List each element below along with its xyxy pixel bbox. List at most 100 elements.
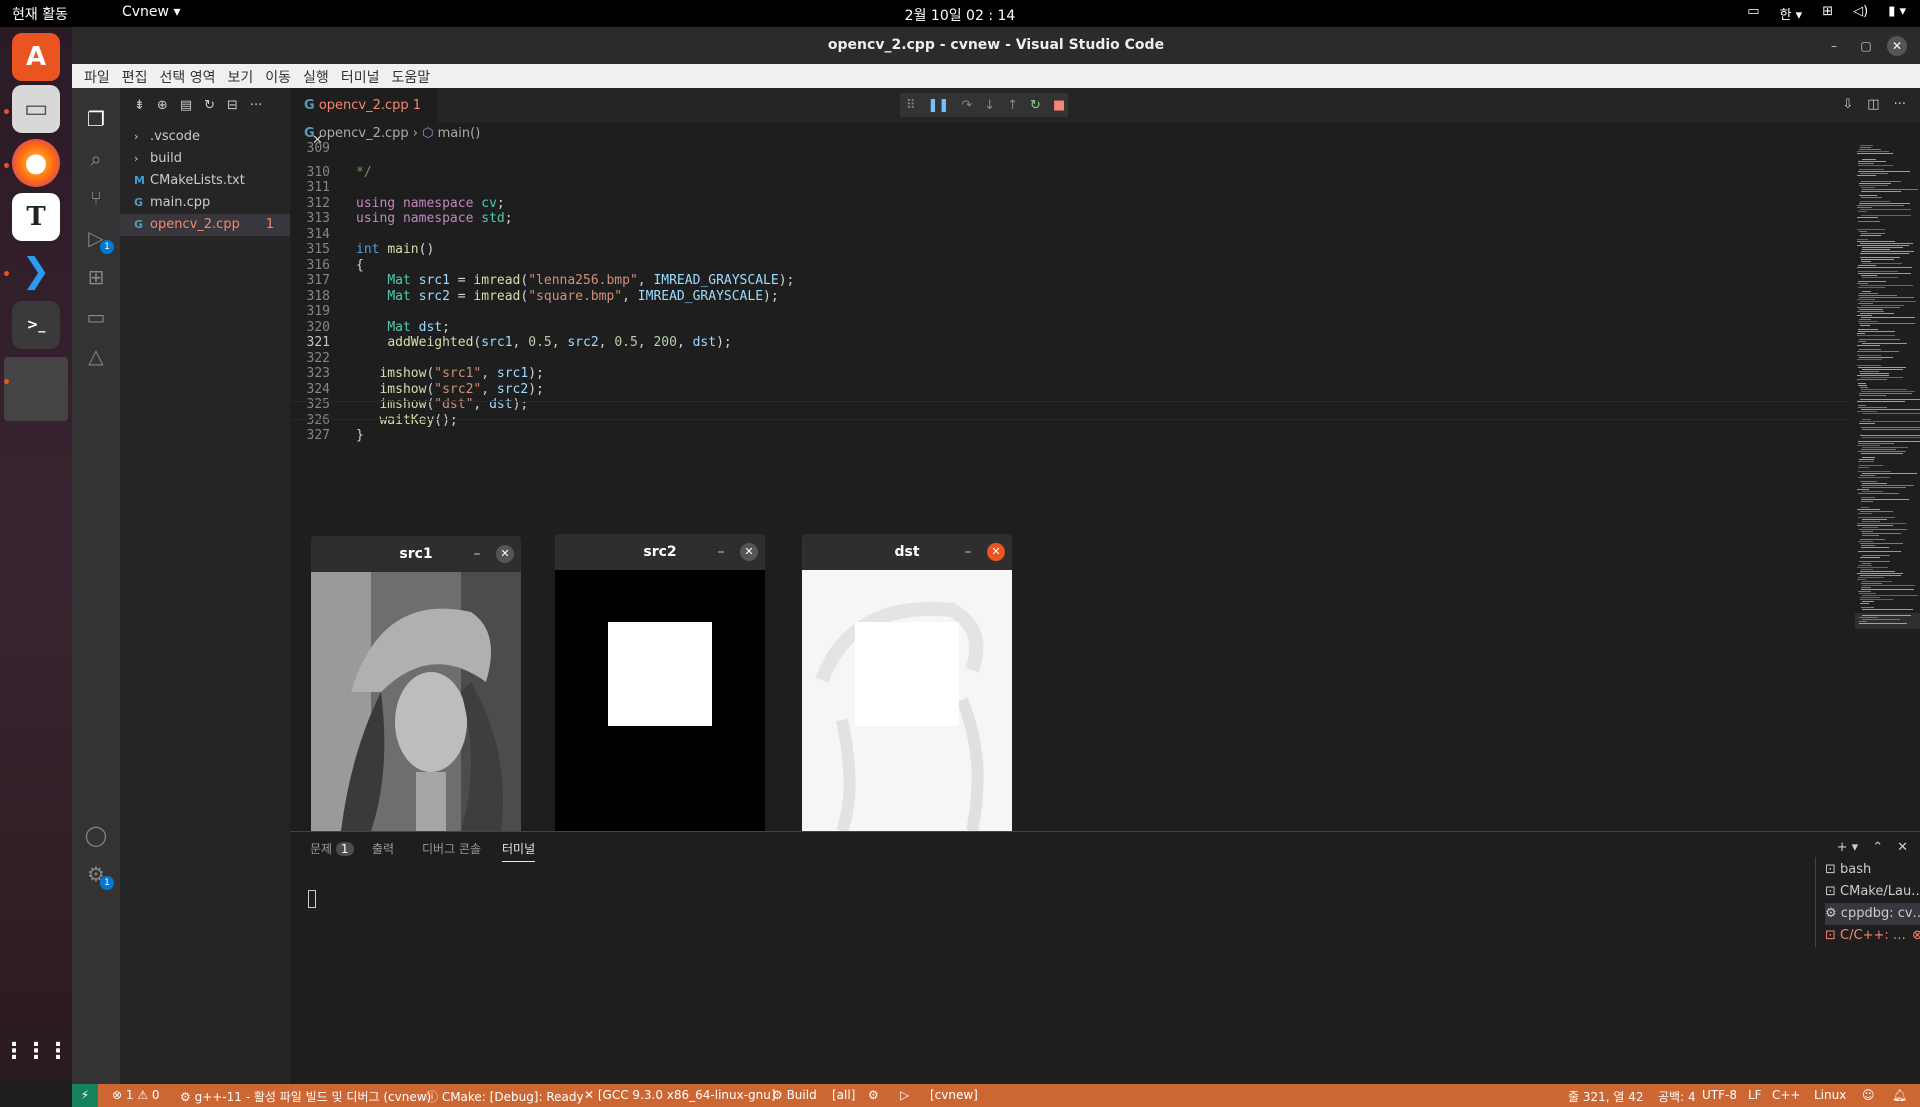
close-button[interactable]: ✕	[740, 543, 758, 561]
step-into-icon[interactable]: ↓	[984, 98, 995, 113]
terminal-item-bash[interactable]: ⊡ bash	[1825, 859, 1920, 881]
minimap[interactable]	[1855, 145, 1920, 765]
terminal-item-cmake[interactable]: ⊡ CMake/Lau…	[1825, 881, 1920, 903]
new-file-icon[interactable]: ⊕	[157, 98, 168, 113]
encoding[interactable]: UTF-8	[1702, 1088, 1737, 1102]
menu-file[interactable]: 파일	[78, 64, 116, 88]
tree-item-opencv2-cpp[interactable]: Gopencv_2.cpp 1	[120, 214, 290, 236]
system-tray[interactable]: ▭ 한 ▾ ⊞ ◁) ▮ ▾	[1747, 4, 1906, 23]
build-target[interactable]: [all]	[832, 1088, 855, 1102]
collapse-icon[interactable]: ⇟	[134, 98, 145, 113]
keyboard-icon[interactable]: ▭	[1747, 4, 1759, 23]
volume-icon[interactable]: ◁)	[1853, 4, 1868, 23]
launch-target[interactable]: [cvnew]	[930, 1088, 978, 1102]
cv-window-src2[interactable]: src2 – ✕	[555, 534, 765, 831]
minimize-button[interactable]: –	[711, 542, 731, 562]
menu-help[interactable]: 도움말	[385, 64, 436, 88]
extensions-icon[interactable]: ⊞	[82, 263, 110, 291]
build-button[interactable]: ⚙ Build	[772, 1088, 817, 1102]
source-control-icon[interactable]: ⑂	[82, 184, 110, 212]
opencv-window-icon[interactable]	[4, 357, 68, 421]
network-icon[interactable]: ⊞	[1822, 4, 1833, 23]
explorer-icon[interactable]: ❐	[82, 105, 110, 133]
cursor-position[interactable]: 줄 321, 열 42	[1568, 1088, 1644, 1105]
tree-item-cmakelists[interactable]: M CMakeLists.txt	[120, 170, 290, 192]
more-icon[interactable]: ···	[250, 98, 262, 113]
debug-icon[interactable]: ⚙	[868, 1088, 879, 1102]
menu-run[interactable]: 실행	[297, 64, 335, 88]
minimize-button[interactable]: –	[958, 542, 978, 562]
close-button[interactable]: ✕	[987, 543, 1005, 561]
kit-status[interactable]: ✕ [GCC 9.3.0 x86_64-linux-gnu]	[584, 1088, 776, 1102]
build-task-status[interactable]: ⚙ g++-11 - 활성 파일 빌드 및 디버그 (cvnew)	[180, 1088, 431, 1105]
close-button[interactable]: ✕	[1887, 36, 1907, 56]
minimize-button[interactable]: –	[467, 544, 487, 564]
new-folder-icon[interactable]: ▤	[180, 98, 192, 113]
new-terminal-icon[interactable]: + ▾	[1837, 840, 1859, 855]
tree-item-main-cpp[interactable]: Gmain.cpp	[120, 192, 290, 214]
cv-window-src1[interactable]: src1 – ✕	[311, 536, 521, 831]
platform[interactable]: Linux	[1814, 1088, 1846, 1102]
collapse-all-icon[interactable]: ⊟	[227, 98, 238, 113]
menu-edit[interactable]: 편집	[116, 64, 154, 88]
cmake-status[interactable]: ⓘ CMake: [Debug]: Ready	[426, 1088, 584, 1105]
code-line[interactable]: 309	[290, 139, 356, 158]
code-line[interactable]: 321 addWeighted(src1, 0.5, src2, 0.5, 20…	[290, 333, 732, 352]
stop-icon[interactable]: ■	[1053, 98, 1065, 113]
tab-problems[interactable]: 문제 1	[310, 840, 354, 857]
show-apps-icon[interactable]: ⋮⋮⋮	[3, 1027, 69, 1075]
close-button[interactable]: ✕	[496, 545, 514, 563]
run-icon[interactable]: ▷	[900, 1088, 909, 1102]
ubuntu-software-icon[interactable]: A	[12, 33, 60, 81]
menu-selection[interactable]: 선택 영역	[154, 64, 222, 88]
cv-window-dst[interactable]: dst – ✕	[802, 534, 1012, 831]
breadcrumb-symbol[interactable]: main()	[438, 126, 481, 141]
tab-debug-console[interactable]: 디버그 콘솔	[422, 840, 481, 857]
close-panel-icon[interactable]: ✕	[1897, 840, 1908, 855]
more-actions-icon[interactable]: ···	[1894, 97, 1906, 112]
menu-terminal[interactable]: 터미널	[335, 64, 386, 88]
remote-icon[interactable]: ⚡	[72, 1084, 98, 1107]
vscode-icon[interactable]: ❯	[12, 247, 60, 295]
terminal-item-cppdbg[interactable]: ⚙ cppdbg: cv…	[1825, 903, 1920, 925]
menu-go[interactable]: 이동	[259, 64, 297, 88]
tab-output[interactable]: 출력	[372, 840, 394, 857]
cmake-icon[interactable]: △	[82, 342, 110, 370]
tab-terminal[interactable]: 터미널	[502, 840, 536, 862]
open-changes-icon[interactable]: ⇩	[1842, 97, 1853, 112]
maximize-button[interactable]: ▢	[1856, 36, 1876, 56]
end-of-line[interactable]: LF	[1748, 1088, 1762, 1102]
pause-icon[interactable]: ❚❚	[928, 98, 950, 113]
language-mode[interactable]: C++	[1772, 1088, 1801, 1102]
tree-item-vscode[interactable]: › .vscode	[120, 126, 290, 148]
code-line[interactable]: 327}	[290, 426, 364, 445]
refresh-icon[interactable]: ↻	[204, 98, 215, 113]
tree-item-build[interactable]: › build	[120, 148, 290, 170]
problems-status[interactable]: ⊗ 1 ⚠ 0	[112, 1088, 160, 1102]
firefox-icon[interactable]: ●	[12, 139, 60, 187]
battery-icon[interactable]: ▮ ▾	[1888, 4, 1906, 23]
notifications-icon[interactable]: 🔔︎	[1892, 1088, 1907, 1102]
restart-icon[interactable]: ↻	[1030, 98, 1041, 113]
text-editor-icon[interactable]: T	[12, 193, 60, 241]
code-editor[interactable]: 309 310 */311 312 using namespace cv; 313 usin…	[290, 141, 1850, 585]
split-editor-icon[interactable]: ◫	[1867, 97, 1879, 112]
terminal-item-cpp-task[interactable]: ⊡ C/C++: … ⊗	[1825, 925, 1920, 947]
tab-opencv2-cpp[interactable]: G opencv_2.cpp 1 ✕	[290, 88, 438, 148]
minimize-button[interactable]: –	[1824, 36, 1844, 56]
feedback-icon[interactable]: ☺	[1862, 1088, 1875, 1102]
input-method[interactable]: 한 ▾	[1780, 4, 1803, 23]
step-out-icon[interactable]: ↑	[1007, 98, 1018, 113]
code-line[interactable]: 318 Mat src2 = imread("square.bmp", IMRE…	[290, 287, 779, 306]
terminal-icon[interactable]: >_	[12, 301, 60, 349]
menu-view[interactable]: 보기	[222, 64, 260, 88]
files-icon[interactable]: ▭	[12, 85, 60, 133]
remote-explorer-icon[interactable]: ▭	[82, 303, 110, 331]
account-icon[interactable]: ◯	[82, 821, 110, 849]
clock[interactable]: 2월 10일 02 : 14	[0, 5, 1920, 25]
maximize-panel-icon[interactable]: ⌃	[1872, 840, 1883, 855]
indentation[interactable]: 공백: 4	[1658, 1088, 1696, 1105]
step-over-icon[interactable]: ↷	[961, 98, 972, 113]
search-icon[interactable]: ⌕	[82, 145, 110, 173]
drag-handle-icon[interactable]: ⠿	[906, 98, 916, 113]
